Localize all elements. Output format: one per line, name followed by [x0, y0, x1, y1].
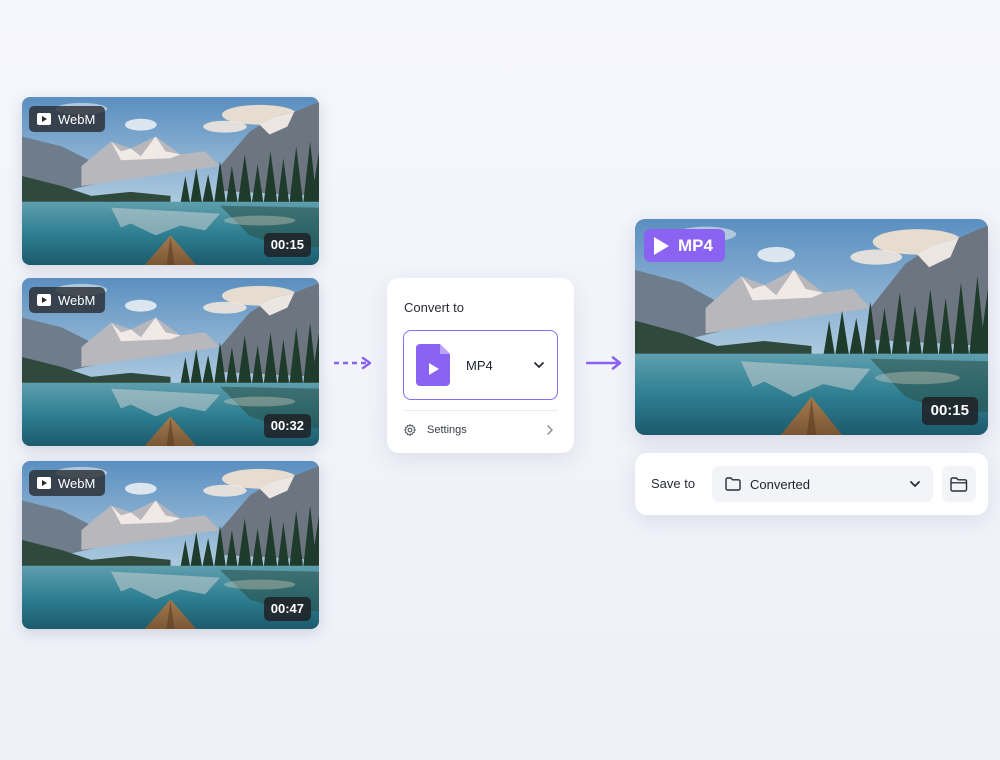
- format-label: WebM: [58, 475, 96, 491]
- format-badge: WebM: [29, 106, 106, 132]
- folder-open-icon: [950, 476, 968, 492]
- settings-row[interactable]: Settings: [403, 420, 554, 440]
- dashed-arrow-right-icon: [334, 356, 372, 370]
- duration-badge: 00:15: [263, 233, 311, 257]
- format-badge: WebM: [29, 287, 106, 313]
- duration-badge: 00:15: [921, 397, 978, 425]
- convert-title: Convert to: [404, 300, 464, 315]
- convert-panel: Convert to MP4 Settings: [387, 278, 574, 453]
- input-video-thumbnail[interactable]: WebM 00:32: [22, 278, 319, 446]
- video-icon: [37, 477, 51, 489]
- duration-badge: 00:32: [263, 414, 311, 438]
- format-label: WebM: [58, 111, 96, 127]
- play-icon: [654, 236, 669, 255]
- format-badge: WebM: [29, 470, 106, 496]
- folder-name: Converted: [750, 476, 810, 492]
- output-format-label: MP4: [678, 235, 713, 255]
- video-icon: [37, 294, 51, 306]
- selected-format: MP4: [466, 357, 493, 373]
- divider: [403, 410, 558, 411]
- file-video-icon: [416, 344, 450, 386]
- gear-icon: [404, 423, 416, 437]
- input-video-thumbnail[interactable]: WebM 00:15: [22, 97, 319, 265]
- format-dropdown[interactable]: MP4: [403, 330, 558, 400]
- destination-folder-dropdown[interactable]: Converted: [712, 466, 933, 502]
- save-to-panel: Save to Converted: [635, 453, 988, 515]
- format-label: WebM: [58, 292, 96, 308]
- browse-folder-button[interactable]: [942, 466, 976, 502]
- input-video-thumbnail[interactable]: WebM 00:47: [22, 461, 319, 629]
- video-icon: [37, 113, 51, 125]
- duration-badge: 00:47: [263, 597, 311, 621]
- arrow-right-icon: [586, 356, 622, 370]
- settings-label: Settings: [427, 424, 467, 436]
- output-video-preview[interactable]: MP4 00:15: [635, 219, 988, 435]
- folder-icon: [725, 477, 741, 491]
- save-to-label: Save to: [651, 476, 696, 491]
- chevron-down-icon: [534, 362, 544, 368]
- chevron-down-icon: [910, 481, 920, 487]
- chevron-right-icon: [547, 425, 553, 435]
- output-format-badge: MP4: [644, 229, 725, 262]
